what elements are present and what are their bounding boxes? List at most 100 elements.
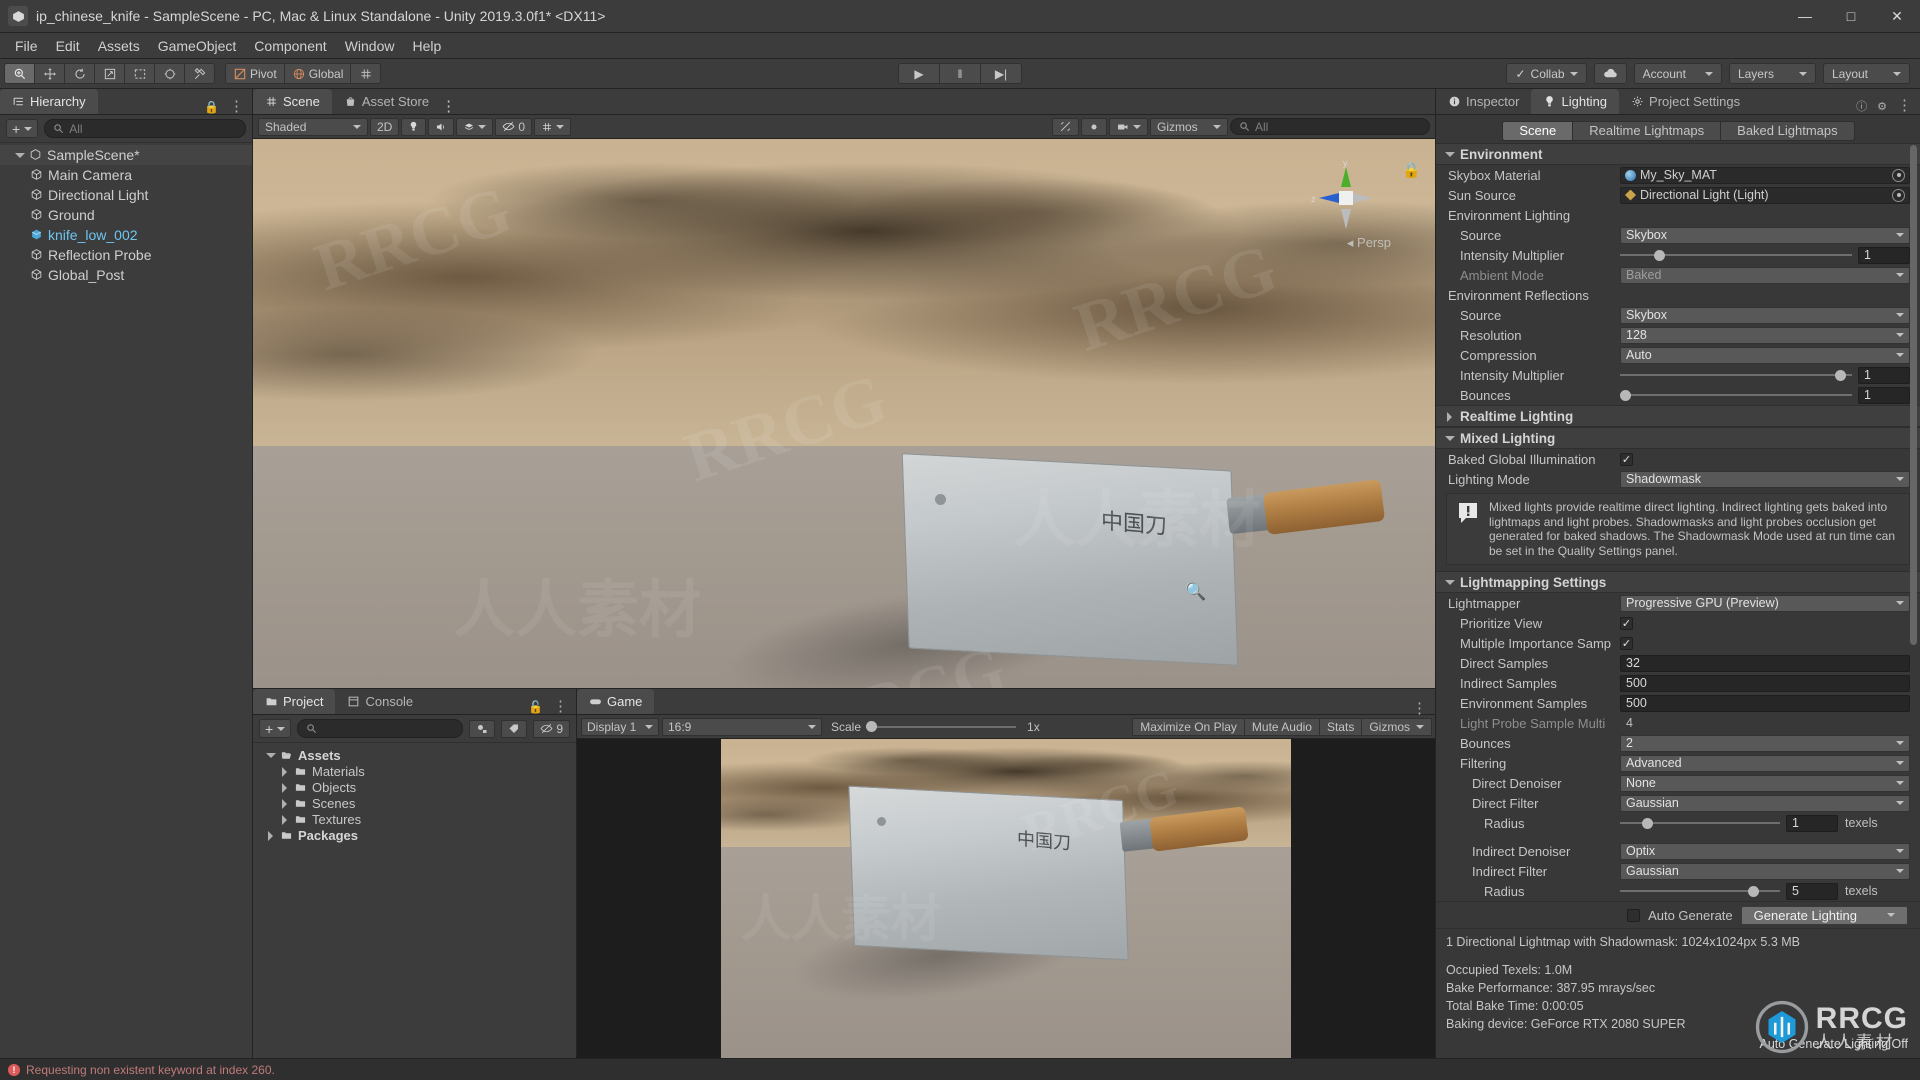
menu-item-gameobject[interactable]: GameObject <box>149 34 246 58</box>
dropdown-field[interactable]: Advanced <box>1620 755 1910 772</box>
section-header-realtime-lighting[interactable]: Realtime Lighting <box>1436 405 1920 427</box>
tab-console[interactable]: Console <box>335 689 425 714</box>
scene-camera-settings-icon[interactable] <box>1052 118 1079 136</box>
rect-tool-icon[interactable] <box>124 63 155 84</box>
help-icon[interactable]: ⓘ <box>1856 98 1867 114</box>
project-tree-item[interactable]: Textures <box>253 811 576 827</box>
maximize-button[interactable]: □ <box>1828 0 1874 33</box>
slider-knob[interactable] <box>1835 370 1846 381</box>
hand-tool-icon[interactable] <box>4 63 35 84</box>
generate-lighting-button[interactable]: Generate Lighting <box>1741 906 1908 925</box>
tab-baked-lightmaps[interactable]: Baked Lightmaps <box>1720 121 1854 141</box>
dropdown-field[interactable]: Shadowmask <box>1620 471 1910 488</box>
slider-number-field[interactable]: 1 <box>1858 367 1910 384</box>
number-field[interactable]: 500 <box>1620 675 1910 692</box>
scene-gizmos-dropdown[interactable]: Gizmos <box>1150 118 1228 136</box>
global-toggle[interactable]: Global <box>284 63 352 84</box>
scene-viewport[interactable]: 中国刀 🔍 y z <box>253 139 1435 688</box>
2d-toggle[interactable]: 2D <box>370 118 399 136</box>
hierarchy-menu-icon[interactable]: ⋮ <box>229 102 244 112</box>
dropdown-field[interactable]: None <box>1620 775 1910 792</box>
mute-audio-toggle[interactable]: Mute Audio <box>1244 718 1320 736</box>
slider[interactable] <box>1620 387 1852 404</box>
dropdown-field[interactable]: 128 <box>1620 327 1910 344</box>
section-header-lightmapping-settings[interactable]: Lightmapping Settings <box>1436 571 1920 593</box>
create-asset-button[interactable]: + <box>259 719 291 738</box>
scene-search-input[interactable]: All <box>1230 118 1430 135</box>
layers-button[interactable]: Layers <box>1729 63 1816 84</box>
maximize-on-play-toggle[interactable]: Maximize On Play <box>1132 718 1245 736</box>
object-picker-icon[interactable] <box>1892 189 1905 202</box>
scrollbar-thumb[interactable] <box>1910 145 1917 645</box>
tab-inspector[interactable]: Inspector <box>1436 89 1531 114</box>
menu-item-help[interactable]: Help <box>403 34 450 58</box>
dropdown-field[interactable]: Optix <box>1620 843 1910 860</box>
menu-item-window[interactable]: Window <box>336 34 404 58</box>
slider-knob[interactable] <box>1654 250 1665 261</box>
hierarchy-lock-icon[interactable]: 🔒 <box>204 100 219 114</box>
scene-camera-dropdown[interactable] <box>1109 118 1148 136</box>
slider-number-field[interactable]: 1 <box>1858 387 1910 404</box>
scene-menu-icon[interactable]: ⋮ <box>441 98 456 115</box>
slider-knob[interactable] <box>1642 818 1653 829</box>
section-header-environment[interactable]: Environment <box>1436 143 1920 165</box>
close-button[interactable]: ✕ <box>1874 0 1920 33</box>
shading-mode-dropdown[interactable]: Shaded <box>258 118 368 136</box>
number-field[interactable]: 4 <box>1620 715 1910 732</box>
hierarchy-item[interactable]: SampleScene* <box>0 145 252 165</box>
project-tree-item[interactable]: Assets <box>253 747 576 763</box>
scene-lighting-toggle[interactable] <box>401 118 426 136</box>
expand-triangle-icon[interactable] <box>279 814 290 825</box>
tab-lighting-scene[interactable]: Scene <box>1502 121 1573 141</box>
project-hidden-count[interactable]: 9 <box>533 720 570 738</box>
scene-lock-icon[interactable]: 🔒 <box>1402 161 1421 179</box>
slider-knob[interactable] <box>1620 390 1631 401</box>
expand-triangle-icon[interactable] <box>1444 433 1455 444</box>
menu-item-edit[interactable]: Edit <box>47 34 89 58</box>
collab-button[interactable]: ✓ Collab <box>1506 63 1586 84</box>
dropdown-field[interactable]: Gaussian <box>1620 795 1910 812</box>
filter-by-label-icon[interactable] <box>501 720 527 738</box>
auto-generate-checkbox[interactable] <box>1627 909 1640 922</box>
project-menu-icon[interactable]: ⋮ <box>553 702 568 712</box>
expand-triangle-icon[interactable] <box>279 798 290 809</box>
dropdown-field[interactable]: Skybox <box>1620 227 1910 244</box>
tab-game[interactable]: Game <box>577 689 654 714</box>
tab-realtime-lightmaps[interactable]: Realtime Lightmaps <box>1572 121 1721 141</box>
scale-slider-group[interactable]: Scale 1x <box>831 718 1040 735</box>
display-dropdown[interactable]: Display 1 <box>581 718 659 736</box>
hierarchy-item[interactable]: Ground <box>0 205 252 225</box>
pivot-toggle[interactable]: Pivot <box>225 63 285 84</box>
dropdown-field[interactable]: Baked <box>1620 267 1910 284</box>
slider[interactable] <box>1620 247 1852 264</box>
project-tree-item[interactable]: Scenes <box>253 795 576 811</box>
scene-fx-toggle[interactable] <box>456 118 493 136</box>
expand-triangle-icon[interactable] <box>265 830 276 841</box>
grid-snap-icon[interactable] <box>350 63 381 84</box>
account-button[interactable]: Account <box>1634 63 1722 84</box>
scene-hidden-objects-toggle[interactable]: 0 <box>495 118 532 136</box>
expand-triangle-icon[interactable] <box>279 766 290 777</box>
project-tree[interactable]: AssetsMaterialsObjectsScenesTexturesPack… <box>253 743 576 1058</box>
scene-audio-toggle[interactable] <box>428 118 454 136</box>
project-tree-item[interactable]: Packages <box>253 827 576 843</box>
project-lock-icon[interactable]: 🔓 <box>528 700 543 714</box>
game-viewport[interactable]: 中国刀 人人素材 RRCG <box>577 739 1435 1058</box>
hierarchy-tree[interactable]: SampleScene*Main CameraDirectional Light… <box>0 143 252 1058</box>
number-field[interactable]: 500 <box>1620 695 1910 712</box>
hierarchy-item[interactable]: Global_Post <box>0 265 252 285</box>
scale-tool-icon[interactable] <box>94 63 125 84</box>
slider-knob[interactable] <box>866 721 877 732</box>
slider-number-field[interactable]: 1 <box>1858 247 1910 264</box>
section-header-mixed-lighting[interactable]: Mixed Lighting <box>1436 427 1920 449</box>
lighting-settings-body[interactable]: EnvironmentSkybox MaterialMy_Sky_MATSun … <box>1436 143 1920 901</box>
menu-item-component[interactable]: Component <box>245 34 335 58</box>
game-menu-icon[interactable]: ⋮ <box>1412 704 1427 714</box>
dropdown-field[interactable]: Progressive GPU (Preview) <box>1620 595 1910 612</box>
expand-triangle-icon[interactable] <box>265 750 276 761</box>
minimize-button[interactable]: — <box>1782 0 1828 33</box>
project-tree-item[interactable]: Objects <box>253 779 576 795</box>
slider[interactable] <box>1620 815 1780 832</box>
scale-slider[interactable] <box>866 718 1016 735</box>
inspector-menu-icon[interactable]: ⋮ <box>1897 101 1912 111</box>
